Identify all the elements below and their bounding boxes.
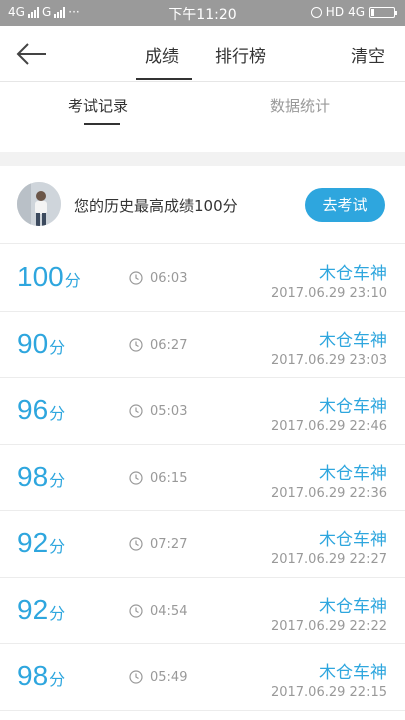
record-datetime: 2017.06.29 22:46	[270, 419, 387, 434]
hd-label: HD	[325, 5, 345, 19]
record-score-value: 98	[17, 660, 49, 691]
record-duration: 06:15	[150, 470, 188, 486]
record-row[interactable]: 100分 06:03 木仓车神 2017.06.29 23:10	[0, 245, 405, 312]
exam-records-list: 100分 06:03 木仓车神 2017.06.29 23:10 90分 06:27 木仓车…	[0, 245, 405, 711]
subtab-data-stats[interactable]: 数据统计	[270, 95, 330, 116]
record-score-value: 100	[17, 261, 64, 292]
record-username: 木仓车神	[319, 596, 387, 617]
clock-icon	[129, 670, 143, 684]
record-score-unit: 分	[49, 537, 66, 556]
record-datetime: 2017.06.29 23:03	[270, 352, 387, 368]
status-bar: 4G G ··· 下午11:20 HD 4G	[0, 0, 405, 26]
record-score-value: 98	[17, 460, 49, 492]
record-datetime: 2017.06.29 22:36	[270, 485, 387, 501]
record-score: 92分	[17, 594, 65, 626]
clock-icon	[129, 337, 143, 352]
battery-icon	[369, 6, 397, 18]
nav-bar: 成绩 排行榜 清空	[0, 26, 405, 82]
status-right: HD 4G	[310, 5, 397, 19]
record-score-unit: 分	[49, 337, 66, 357]
avatar-photo-icon	[17, 182, 61, 226]
network-label-3: 4G	[348, 5, 365, 19]
subtab-active-indicator	[84, 123, 120, 125]
section-divider	[0, 152, 405, 166]
clock-icon	[129, 404, 143, 418]
record-row[interactable]: 98分 06:15 木仓车神 2017.06.29 22:36	[0, 444, 405, 511]
record-row[interactable]: 92分 04:54 木仓车神 2017.06.29 22:22	[0, 577, 405, 644]
record-duration: 06:27	[150, 337, 188, 353]
record-score-value: 92	[17, 527, 49, 558]
record-datetime: 2017.06.29 22:15	[270, 685, 387, 700]
record-row[interactable]: 90分 06:27 木仓车神 2017.06.29 23:03	[0, 311, 405, 378]
subtab-exam-records[interactable]: 考试记录	[68, 95, 128, 116]
clock-icon	[129, 603, 143, 618]
record-row[interactable]: 92分 07:27 木仓车神 2017.06.29 22:27	[0, 511, 405, 578]
record-score: 98分	[17, 660, 65, 692]
record-datetime: 2017.06.29 22:22	[270, 618, 387, 634]
record-row[interactable]: 96分 05:03 木仓车神 2017.06.29 22:46	[0, 378, 405, 445]
record-score: 90分	[17, 328, 65, 360]
record-datetime: 2017.06.29 22:27	[270, 552, 387, 567]
clock-icon	[129, 537, 143, 551]
record-score-value: 92	[17, 593, 49, 625]
record-username: 木仓车神	[319, 463, 387, 484]
clock-icon	[129, 470, 143, 485]
record-score-unit: 分	[49, 470, 66, 490]
clear-button[interactable]: 清空	[351, 42, 385, 67]
record-username: 木仓车神	[319, 663, 387, 683]
back-arrow-icon	[16, 43, 46, 65]
record-duration: 07:27	[150, 537, 188, 552]
take-exam-button[interactable]: 去考试	[305, 188, 385, 222]
back-button[interactable]	[14, 40, 48, 68]
record-score-unit: 分	[64, 271, 81, 290]
record-score-value: 90	[17, 327, 49, 359]
clock-icon	[129, 271, 143, 285]
record-row[interactable]: 98分 05:49 木仓车神 2017.06.29 22:15	[0, 644, 405, 711]
record-duration: 05:49	[150, 670, 188, 685]
alarm-icon	[310, 6, 322, 18]
record-username: 木仓车神	[319, 397, 387, 417]
record-score-unit: 分	[49, 404, 66, 423]
subtab-bar: 考试记录 数据统计	[0, 83, 405, 125]
record-duration: 06:03	[150, 271, 188, 286]
tab-score[interactable]: 成绩	[145, 42, 179, 67]
tab-ranking[interactable]: 排行榜	[215, 42, 266, 67]
record-duration: 05:03	[150, 404, 188, 419]
record-score-unit: 分	[49, 603, 66, 623]
record-username: 木仓车神	[319, 330, 387, 351]
record-datetime: 2017.06.29 23:10	[270, 286, 387, 301]
tab-active-indicator	[136, 78, 192, 80]
record-score-value: 96	[17, 394, 49, 425]
record-username: 木仓车神	[319, 264, 387, 284]
avatar	[17, 182, 61, 226]
best-score-text: 您的历史最高成绩100分	[74, 197, 238, 215]
record-score: 98分	[17, 461, 65, 493]
record-score: 96分	[17, 394, 65, 426]
record-duration: 04:54	[150, 603, 188, 619]
best-score-panel: 您的历史最高成绩100分 去考试	[0, 166, 405, 244]
record-score: 100分	[17, 261, 81, 293]
record-score-unit: 分	[49, 670, 66, 689]
record-score: 92分	[17, 527, 65, 559]
record-username: 木仓车神	[319, 530, 387, 550]
